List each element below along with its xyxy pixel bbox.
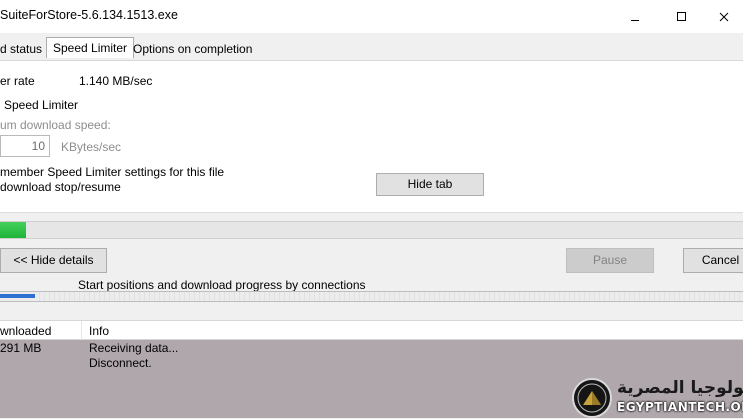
download-progress-bar xyxy=(0,221,743,239)
transfer-rate-value: 1.140 MB/sec xyxy=(79,74,153,88)
progress-fill xyxy=(0,222,26,238)
list-header: wnloaded Info xyxy=(0,320,743,340)
window-title: SuiteForStore-5.6.134.1513.exe xyxy=(0,8,178,22)
watermark-latin-text: EGYPTIANTECH.ORG xyxy=(617,400,743,414)
watermark-logo-icon xyxy=(572,378,612,418)
close-icon xyxy=(719,12,729,21)
max-speed-label: um download speed: xyxy=(0,118,111,132)
pause-button[interactable]: Pause xyxy=(566,248,654,273)
connections-progress-bar xyxy=(0,291,743,302)
row-downloaded: 291 MB xyxy=(0,341,42,355)
title-bar: SuiteForStore-5.6.134.1513.exe xyxy=(0,0,743,33)
pyramid-icon xyxy=(577,383,607,413)
column-header-downloaded[interactable]: wnloaded xyxy=(0,324,51,338)
hide-tab-button[interactable]: Hide tab xyxy=(376,173,484,196)
transfer-rate-label: er rate xyxy=(0,74,35,88)
use-speed-limiter-checkbox-label[interactable]: Speed Limiter xyxy=(4,98,78,112)
stop-resume-label: download stop/resume xyxy=(0,180,121,194)
row-info: Disconnect. xyxy=(89,356,152,370)
cancel-button[interactable]: Cancel xyxy=(683,248,743,273)
column-header-info[interactable]: Info xyxy=(89,324,109,338)
panel-border xyxy=(0,212,743,213)
row-info: Receiving data... xyxy=(89,341,179,355)
tab-strip: d status Speed Limiter Options on comple… xyxy=(0,33,743,61)
max-speed-unit: KBytes/sec xyxy=(61,140,122,154)
column-separator[interactable] xyxy=(81,321,82,340)
close-button[interactable] xyxy=(701,0,743,33)
tab-options-on-completion[interactable]: Options on completion xyxy=(133,42,252,56)
minimize-icon xyxy=(631,20,639,21)
speed-limiter-panel: er rate 1.140 MB/sec Speed Limiter um do… xyxy=(0,61,743,213)
watermark-arabic-text: التكنولوجيا المصرية xyxy=(617,378,743,398)
minimize-button[interactable] xyxy=(612,0,658,33)
connection-fill xyxy=(0,294,35,298)
hide-details-button[interactable]: << Hide details xyxy=(0,248,107,273)
connection-segments xyxy=(35,292,743,301)
maximize-button[interactable] xyxy=(658,0,704,33)
max-speed-input[interactable]: 10 xyxy=(0,135,50,157)
tab-speed-limiter[interactable]: Speed Limiter xyxy=(46,37,135,58)
connections-caption: Start positions and download progress by… xyxy=(78,278,366,292)
maximize-icon xyxy=(676,12,686,21)
tab-download-status[interactable]: d status xyxy=(0,42,42,56)
remember-settings-checkbox-label[interactable]: member Speed Limiter settings for this f… xyxy=(0,165,224,179)
